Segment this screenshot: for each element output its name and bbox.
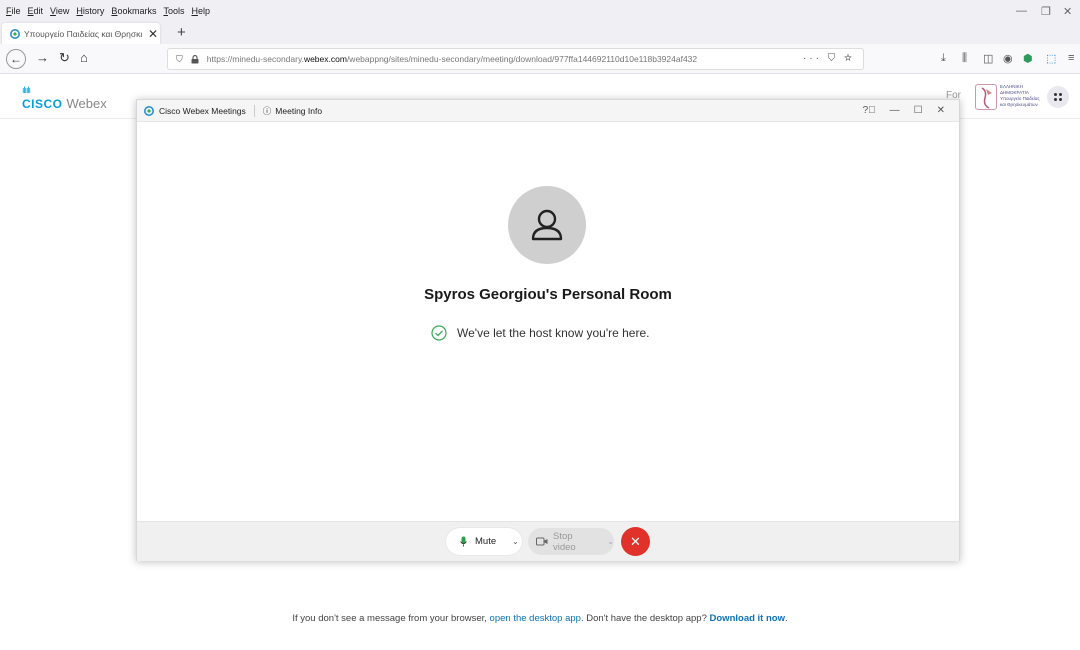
leave-meeting-button[interactable]: ✕ <box>621 527 650 556</box>
room-title: Spyros Georgiou's Personal Room <box>424 286 672 303</box>
menu-history[interactable]: History <box>76 6 104 16</box>
menu-file[interactable]: File <box>6 6 21 16</box>
url-text: https://minedu-secondary.webex.com/webap… <box>206 54 698 64</box>
back-arrow-icon[interactable]: ← <box>6 49 26 69</box>
tab-title: Υπουργείο Παιδείας και Θρησκευμάτων <box>24 28 142 39</box>
new-tab-icon[interactable]: + <box>177 24 186 41</box>
shield-icon[interactable]: ⛉ <box>176 54 183 65</box>
download-now-link[interactable]: Download it now <box>710 613 785 624</box>
grid-icon <box>1054 93 1062 101</box>
info-icon[interactable]: ⓘ <box>263 105 272 117</box>
security-extension-icon[interactable]: ⬢ <box>1023 52 1033 65</box>
check-circle-icon <box>431 325 447 341</box>
restore-window-icon[interactable]: ❐ <box>1041 5 1051 18</box>
titlebar-separator <box>253 104 255 117</box>
profile-extension-icon[interactable]: ⬚ <box>1046 52 1056 65</box>
chevron-down-icon[interactable]: ⌄ <box>607 537 614 546</box>
open-desktop-app-link[interactable]: open the desktop app <box>490 613 581 624</box>
cisco-wordmark: CISCO <box>22 97 63 111</box>
menu-edit[interactable]: Edit <box>28 6 44 16</box>
webex-wordmark: Webex <box>66 96 107 111</box>
stop-video-label: Stop video <box>553 530 576 553</box>
hamburger-menu-icon[interactable]: ≡ <box>1068 52 1074 64</box>
meeting-window-controls: ?⃝ — ☐ ✕ <box>863 105 945 116</box>
minimize-meeting-icon[interactable]: — <box>890 105 900 116</box>
close-icon: ✕ <box>630 533 641 549</box>
extension-icon[interactable]: ◉ <box>1003 52 1013 65</box>
status-text: We've let the host know you're here. <box>457 326 650 340</box>
mute-button[interactable]: Mute ⌄ <box>446 528 522 555</box>
hellenic-emblem-icon <box>975 84 997 110</box>
app-name-label: Cisco Webex Meetings <box>159 105 246 116</box>
reload-icon[interactable]: ↻ <box>59 50 70 66</box>
library-icon[interactable]: ⫼ <box>962 52 967 65</box>
stop-video-button[interactable]: Stop video ⌄ <box>528 528 614 555</box>
url-bar[interactable]: ⛉ https://minedu-secondary.webex.com/web… <box>167 48 864 70</box>
menu-bar: File Edit View History Bookmarks Tools H… <box>0 0 1080 22</box>
help-icon[interactable]: ?⃝ <box>863 105 876 116</box>
cisco-webex-logo: ılıılı CISCO Webex <box>22 86 107 113</box>
minimize-window-icon[interactable]: — <box>1016 5 1027 17</box>
download-icon[interactable]: ⤓ <box>941 52 946 65</box>
browser-tab[interactable]: Υπουργείο Παιδείας και Θρησκευμάτων ✕ <box>2 23 160 44</box>
webex-favicon-icon <box>10 28 20 39</box>
meeting-control-bar: Mute ⌄ Stop video ⌄ ✕ <box>137 521 959 561</box>
avatar <box>508 186 586 264</box>
close-meeting-icon[interactable]: ✕ <box>937 105 945 116</box>
video-camera-icon <box>536 537 548 546</box>
webex-app-icon <box>144 105 154 116</box>
meeting-info-button[interactable]: Meeting Info <box>275 106 322 116</box>
tab-bar: Υπουργείο Παιδείας και Θρησκευμάτων ✕ + <box>0 22 1080 44</box>
sidebar-icon[interactable]: ◫ <box>983 52 993 65</box>
maximize-meeting-icon[interactable]: ☐ <box>914 105 923 116</box>
chevron-down-icon[interactable]: ⌄ <box>512 537 519 546</box>
ministry-name: ΕΛΛΗΝΙΚΗ ΔΗΜΟΚΡΑΤΙΑ Υπουργείο Παιδείας κ… <box>1000 84 1040 107</box>
close-window-icon[interactable]: ✕ <box>1063 5 1072 18</box>
navigation-bar: ← → ↻ ⌂ ⛉ https://minedu-secondary.webex… <box>0 44 1080 74</box>
lock-icon[interactable] <box>191 54 199 64</box>
menu-bookmarks[interactable]: Bookmarks <box>111 6 156 16</box>
meeting-window-titlebar: Cisco Webex Meetings ⓘ Meeting Info ?⃝ —… <box>137 100 959 122</box>
menu-help[interactable]: Help <box>191 6 210 16</box>
desktop-app-message: If you don't see a message from your bro… <box>292 613 788 624</box>
forward-arrow-icon[interactable]: → <box>36 50 49 65</box>
cisco-bridge-logo: ılıılı <box>22 85 31 95</box>
person-icon <box>531 209 563 241</box>
close-tab-icon[interactable]: ✕ <box>148 27 158 41</box>
url-domain: webex.com <box>303 54 347 64</box>
menu-view[interactable]: View <box>50 6 69 16</box>
home-icon[interactable]: ⌂ <box>80 50 88 65</box>
meeting-window: Cisco Webex Meetings ⓘ Meeting Info ?⃝ —… <box>136 99 960 561</box>
mute-label: Mute <box>475 536 497 547</box>
microphone-icon <box>460 536 467 547</box>
status-message: We've let the host know you're here. <box>431 325 649 341</box>
menu-tools[interactable]: Tools <box>163 6 184 16</box>
apps-grid-button[interactable] <box>1047 86 1069 108</box>
url-page-actions[interactable]: ··· ⛉ ☆ <box>803 53 855 64</box>
